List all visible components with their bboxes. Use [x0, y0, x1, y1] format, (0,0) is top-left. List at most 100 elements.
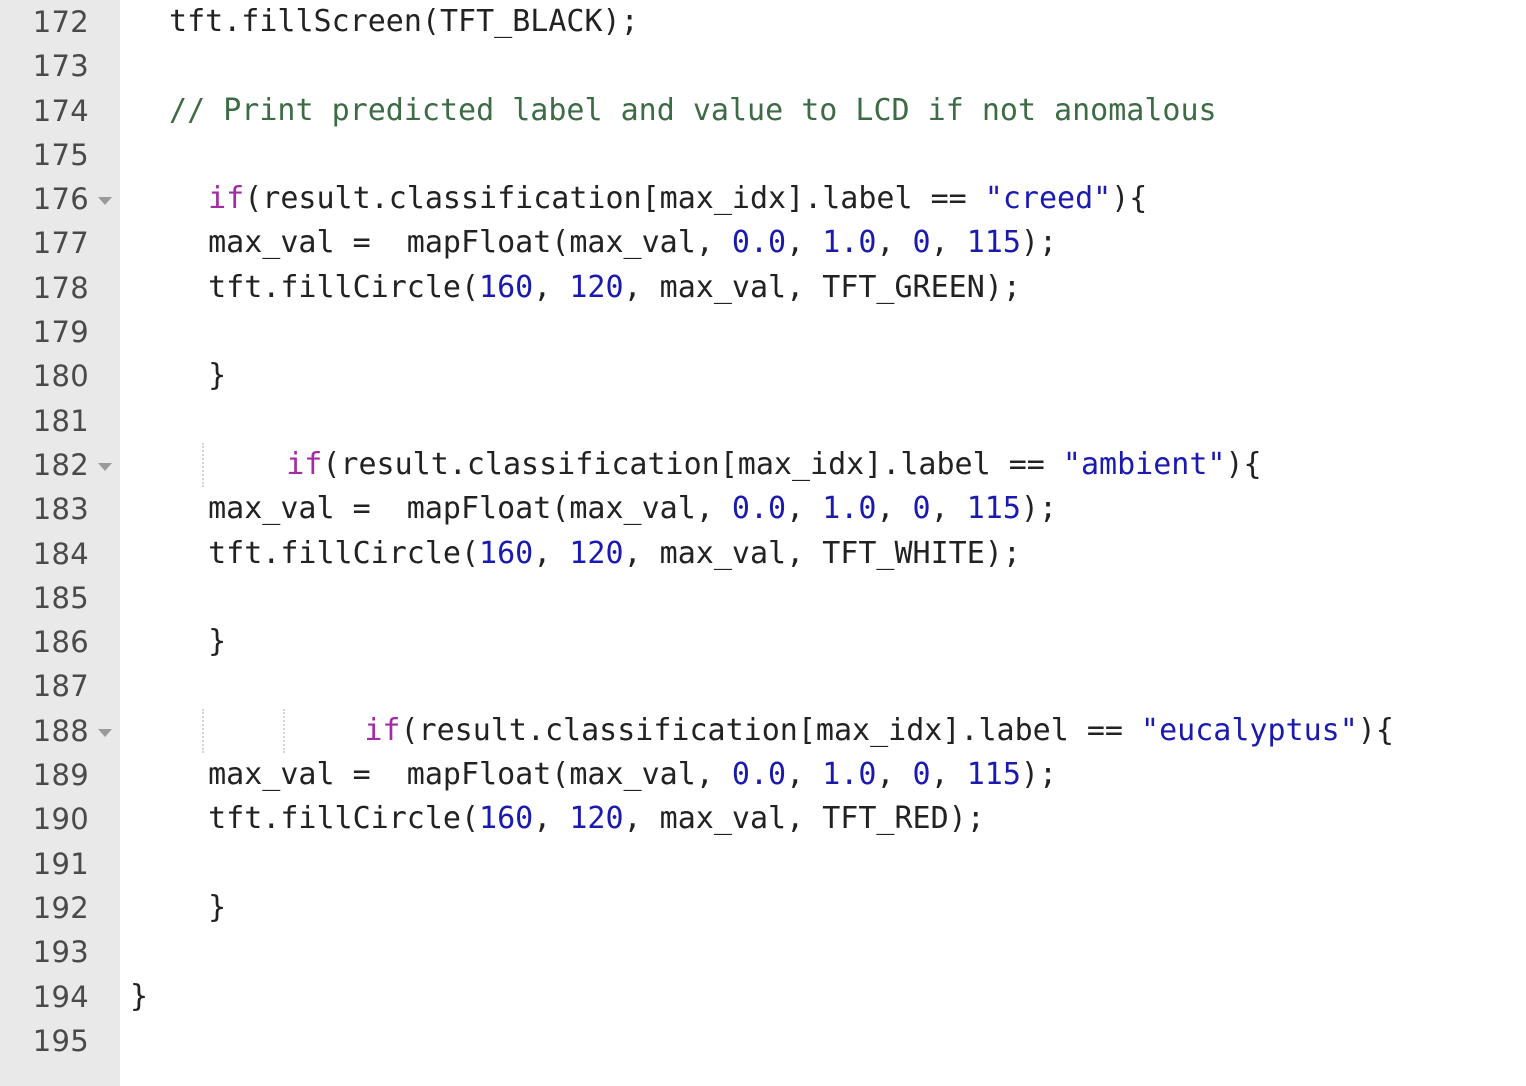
token-plain: , [876, 225, 913, 261]
token-number: 1.0 [822, 225, 877, 261]
code-line[interactable]: } [120, 886, 1526, 930]
line-number-189[interactable]: 189 [0, 753, 120, 797]
code-line[interactable]: max_val = mapFloat(max_val, 0.0, 1.0, 0,… [120, 487, 1526, 531]
chevron-down-icon[interactable] [98, 728, 112, 737]
line-number-192[interactable]: 192 [0, 886, 120, 930]
code-line[interactable]: tft.fillScreen(TFT_BLACK); [120, 0, 1526, 44]
line-number-175[interactable]: 175 [0, 133, 120, 177]
chevron-down-icon[interactable] [98, 463, 112, 472]
line-number-191[interactable]: 191 [0, 842, 120, 886]
line-number-label: 188 [32, 713, 89, 748]
token-number: 0.0 [731, 491, 787, 527]
line-number-label: 175 [32, 137, 89, 172]
line-number-179[interactable]: 179 [0, 310, 120, 354]
token-string: "ambient" [1062, 446, 1226, 482]
code-line-text: max_val = mapFloat(max_val, 0.0, 1.0, 0,… [208, 487, 1057, 531]
line-number-label: 189 [32, 758, 89, 793]
line-number-185[interactable]: 185 [0, 576, 120, 620]
line-number-184[interactable]: 184 [0, 532, 120, 576]
token-number: 0 [912, 225, 931, 261]
code-line-text: if(result.classification[max_idx].label … [208, 177, 1147, 221]
line-number-label: 186 [32, 625, 89, 660]
code-line[interactable]: max_val = mapFloat(max_val, 0.0, 1.0, 0,… [120, 221, 1526, 265]
code-line[interactable]: } [120, 975, 1526, 1019]
code-line[interactable] [120, 842, 1526, 886]
code-line[interactable]: } [120, 354, 1526, 398]
code-line[interactable]: if(result.classification[max_idx].label … [120, 177, 1526, 221]
code-line[interactable]: tft.fillCircle(160, 120, max_val, TFT_RE… [120, 797, 1526, 841]
token-keyword: if [208, 181, 245, 217]
line-number-label: 180 [32, 359, 89, 394]
code-line-text: tft.fillScreen(TFT_BLACK); [169, 0, 639, 44]
code-line[interactable] [120, 44, 1526, 88]
code-line[interactable] [120, 664, 1526, 708]
code-line[interactable]: if(result.classification[max_idx].label … [120, 442, 1526, 488]
code-line[interactable] [120, 576, 1526, 620]
code-line[interactable] [120, 399, 1526, 443]
line-number-195[interactable]: 195 [0, 1019, 120, 1063]
code-line-text: max_val = mapFloat(max_val, 0.0, 1.0, 0,… [208, 753, 1057, 797]
line-number-label: 173 [32, 49, 89, 84]
line-number-190[interactable]: 190 [0, 797, 120, 841]
token-operator: = [352, 757, 371, 793]
chevron-down-icon[interactable] [98, 197, 112, 206]
line-number-188[interactable]: 188 [0, 709, 120, 753]
line-number-176[interactable]: 176 [0, 177, 120, 221]
token-plain: , [533, 269, 570, 305]
line-number-181[interactable]: 181 [0, 399, 120, 443]
token-plain: mapFloat(max_val, [370, 225, 732, 261]
token-operator: == [930, 181, 967, 217]
line-number-177[interactable]: 177 [0, 221, 120, 265]
code-line[interactable]: max_val = mapFloat(max_val, 0.0, 1.0, 0,… [120, 753, 1526, 797]
code-line[interactable]: if(result.classification[max_idx].label … [120, 708, 1526, 754]
token-string: "eucalyptus" [1141, 712, 1358, 748]
line-number-label: 179 [32, 315, 89, 350]
line-number-label: 192 [32, 890, 89, 925]
code-line[interactable] [120, 930, 1526, 974]
line-number-193[interactable]: 193 [0, 930, 120, 974]
code-line-text: tft.fillCircle(160, 120, max_val, TFT_RE… [208, 797, 985, 841]
line-number-180[interactable]: 180 [0, 354, 120, 398]
line-number-label: 190 [32, 802, 89, 837]
token-plain: (result.classification[max_idx].label [244, 181, 931, 217]
code-line[interactable]: } [120, 620, 1526, 664]
token-plain: , [786, 757, 823, 793]
token-plain: } [208, 889, 227, 925]
line-number-186[interactable]: 186 [0, 620, 120, 664]
line-number-183[interactable]: 183 [0, 487, 120, 531]
indent-guide [202, 708, 204, 754]
line-number-173[interactable]: 173 [0, 44, 120, 88]
token-plain: ); [1020, 757, 1058, 793]
token-plain: , max_val, TFT_GREEN); [623, 269, 1021, 305]
code-line-text: if(result.classification[max_idx].label … [364, 709, 1394, 753]
line-number-194[interactable]: 194 [0, 975, 120, 1019]
line-number-174[interactable]: 174 [0, 89, 120, 133]
token-keyword: if [286, 446, 323, 482]
code-line[interactable]: tft.fillCircle(160, 120, max_val, TFT_WH… [120, 532, 1526, 576]
code-editor[interactable]: 172 173 174 175 176 177 178 179 180 181 182 183 184 1… [0, 0, 1526, 1086]
code-line-text: } [208, 620, 226, 664]
token-number: 120 [569, 535, 624, 571]
code-content-area[interactable]: tft.fillScreen(TFT_BLACK); // Print predi… [120, 0, 1526, 1086]
line-number-label: 195 [32, 1023, 89, 1058]
code-line-text: // Print predicted label and value to LC… [169, 89, 1217, 133]
indent-guide [202, 442, 204, 488]
token-plain: (result.classification[max_idx].label [322, 446, 1009, 482]
token-operator: = [352, 491, 371, 527]
line-number-182[interactable]: 182 [0, 443, 120, 487]
code-line[interactable]: tft.fillCircle(160, 120, max_val, TFT_GR… [120, 266, 1526, 310]
code-line-text: tft.fillCircle(160, 120, max_val, TFT_GR… [208, 266, 1021, 310]
token-plain: , [876, 491, 913, 527]
line-number-187[interactable]: 187 [0, 664, 120, 708]
code-line[interactable]: // Print predicted label and value to LC… [120, 89, 1526, 133]
code-line-text: tft.fillCircle(160, 120, max_val, TFT_WH… [208, 532, 1021, 576]
line-number-178[interactable]: 178 [0, 266, 120, 310]
code-line[interactable] [120, 133, 1526, 177]
code-line[interactable] [120, 1019, 1526, 1063]
line-number-172[interactable]: 172 [0, 0, 120, 44]
line-number-label: 178 [32, 270, 89, 305]
line-number-gutter[interactable]: 172 173 174 175 176 177 178 179 180 181 182 183 184 1… [0, 0, 120, 1086]
code-line[interactable] [120, 310, 1526, 354]
line-number-label: 177 [32, 226, 89, 261]
token-plain: , max_val, TFT_WHITE); [623, 535, 1021, 571]
